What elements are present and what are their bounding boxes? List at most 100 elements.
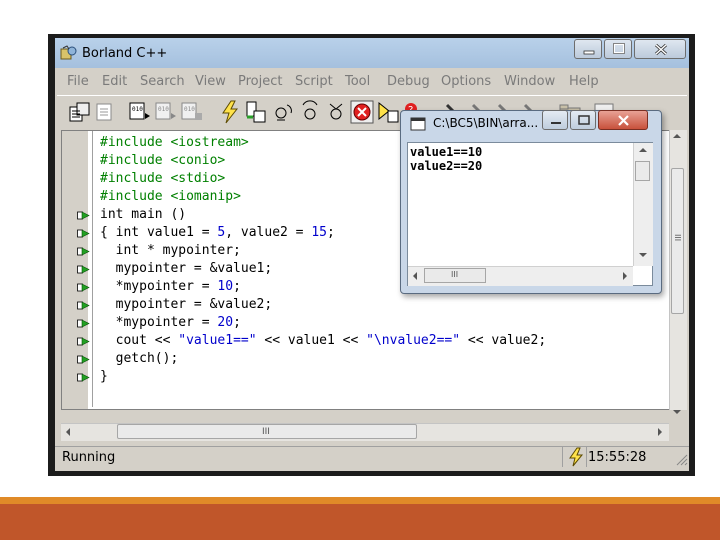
preprocessor-directive: #include	[100, 171, 171, 186]
menu-help[interactable]: Help	[569, 74, 599, 89]
menu-search[interactable]: Search	[140, 74, 185, 89]
status-clock: 15:55:28	[588, 450, 647, 465]
executable-line-icon[interactable]	[77, 210, 91, 221]
console-title: C:\BC5\BIN\arra...	[433, 116, 539, 130]
maximize-icon	[613, 43, 625, 54]
executable-line-icon[interactable]	[77, 282, 91, 293]
code-line[interactable]: *mypointer = 20;	[100, 315, 241, 330]
svg-text:010: 010	[184, 106, 195, 113]
binary-export-icon[interactable]: 010	[153, 99, 179, 125]
code-line[interactable]: #include <conio>	[100, 153, 225, 168]
executable-line-icon[interactable]	[77, 354, 91, 365]
status-text: Running	[62, 450, 116, 465]
scroll-grip: III	[451, 270, 459, 279]
scroll-right-icon[interactable]	[656, 427, 664, 437]
minimize-icon	[551, 122, 561, 124]
trace-into-icon[interactable]	[297, 99, 323, 125]
include-header: <conio>	[170, 153, 226, 168]
code-line[interactable]: getch();	[100, 351, 179, 366]
executable-line-icon[interactable]	[77, 336, 91, 347]
status-separator	[562, 447, 563, 467]
stop-debug-icon[interactable]	[349, 99, 375, 125]
open-project-icon[interactable]	[67, 99, 93, 125]
code-text: , value2 =	[225, 225, 312, 240]
binary-save-icon[interactable]: 010	[179, 99, 205, 125]
executable-line-icon[interactable]	[77, 246, 91, 257]
slide-accent-bar	[0, 497, 720, 504]
minimize-icon	[583, 50, 595, 55]
step-over-icon[interactable]	[271, 99, 297, 125]
console-vertical-scroll-thumb[interactable]	[635, 161, 650, 181]
build-document-icon[interactable]	[243, 99, 269, 125]
scroll-up-icon[interactable]	[638, 146, 648, 154]
code-text: cout <<	[100, 333, 179, 348]
svg-text:010: 010	[132, 106, 143, 113]
scroll-right-icon[interactable]	[621, 271, 629, 281]
resize-grip-icon[interactable]	[674, 452, 688, 466]
code-line[interactable]: }	[100, 369, 108, 384]
menu-options[interactable]: Options	[441, 74, 491, 89]
maximize-icon	[578, 115, 590, 125]
console-close-button[interactable]	[598, 110, 648, 130]
code-text: ;	[326, 225, 335, 240]
console-minimize-button[interactable]	[542, 110, 568, 130]
code-line[interactable]: int * mypointer;	[100, 243, 241, 258]
code-text: *mypointer =	[100, 279, 218, 294]
code-line[interactable]: { int value1 = 5, value2 = 15;	[100, 225, 335, 240]
code-text: { int value1 =	[100, 225, 218, 240]
code-line[interactable]: int main ()	[100, 207, 186, 222]
close-icon	[618, 115, 629, 126]
menu-window[interactable]: Window	[504, 74, 555, 89]
executable-line-icon[interactable]	[77, 228, 91, 239]
slide-footer-bar	[0, 504, 720, 540]
window-title: Borland C++	[82, 46, 168, 61]
menu-file[interactable]: File	[67, 74, 89, 89]
scroll-grip: III	[262, 427, 270, 437]
console-maximize-button[interactable]	[570, 110, 596, 130]
code-line[interactable]: cout << "value1==" << value1 << "\nvalue…	[100, 333, 547, 348]
lightning-make-icon[interactable]	[217, 99, 243, 125]
menu-script[interactable]: Script	[295, 74, 333, 89]
executable-line-icon[interactable]	[77, 300, 91, 311]
gutter-divider	[92, 131, 93, 407]
scroll-left-icon[interactable]	[64, 427, 72, 437]
code-line[interactable]: *mypointer = 10;	[100, 279, 241, 294]
console-app-icon	[410, 117, 426, 131]
console-output-line: value2==20	[410, 159, 483, 173]
code-text: ;	[233, 315, 241, 330]
run-to-icon[interactable]	[323, 99, 349, 125]
menu-project[interactable]: Project	[238, 74, 282, 89]
menu-debug[interactable]: Debug	[387, 74, 430, 89]
close-button[interactable]	[634, 39, 686, 59]
menu-edit[interactable]: Edit	[102, 74, 127, 89]
executable-line-icon[interactable]	[77, 318, 91, 329]
executable-line-icon[interactable]	[77, 264, 91, 275]
code-line[interactable]: mypointer = &value2;	[100, 297, 273, 312]
scroll-up-icon[interactable]	[672, 132, 682, 140]
close-icon	[654, 43, 668, 56]
new-file-icon[interactable]	[93, 99, 119, 125]
number-literal: 10	[217, 279, 234, 294]
code-text: *mypointer =	[100, 315, 218, 330]
minimize-button[interactable]	[574, 39, 602, 59]
menu-view[interactable]: View	[195, 74, 226, 89]
scroll-down-icon[interactable]	[638, 251, 648, 259]
code-line[interactable]: mypointer = &value1;	[100, 261, 273, 276]
preprocessor-directive: #include	[100, 189, 171, 204]
scroll-down-icon[interactable]	[672, 408, 682, 416]
maximize-button[interactable]	[604, 39, 632, 59]
svg-text:010: 010	[158, 106, 169, 113]
executable-line-icon[interactable]	[77, 372, 91, 383]
borland-app-icon	[60, 45, 77, 60]
string-literal: "\nvalue2=="	[366, 333, 461, 348]
scroll-left-icon[interactable]	[411, 271, 419, 281]
preprocessor-directive: #include	[100, 153, 171, 168]
debug-document-icon[interactable]	[375, 99, 401, 125]
code-line[interactable]: #include <stdio>	[100, 171, 225, 186]
include-header: <iomanip>	[170, 189, 241, 204]
code-line[interactable]: #include <iomanip>	[100, 189, 241, 204]
menu-tool[interactable]: Tool	[345, 74, 370, 89]
scroll-grip: III	[673, 234, 682, 242]
code-line[interactable]: #include <iostream>	[100, 135, 249, 150]
binary-file-icon[interactable]: 010	[127, 99, 153, 125]
